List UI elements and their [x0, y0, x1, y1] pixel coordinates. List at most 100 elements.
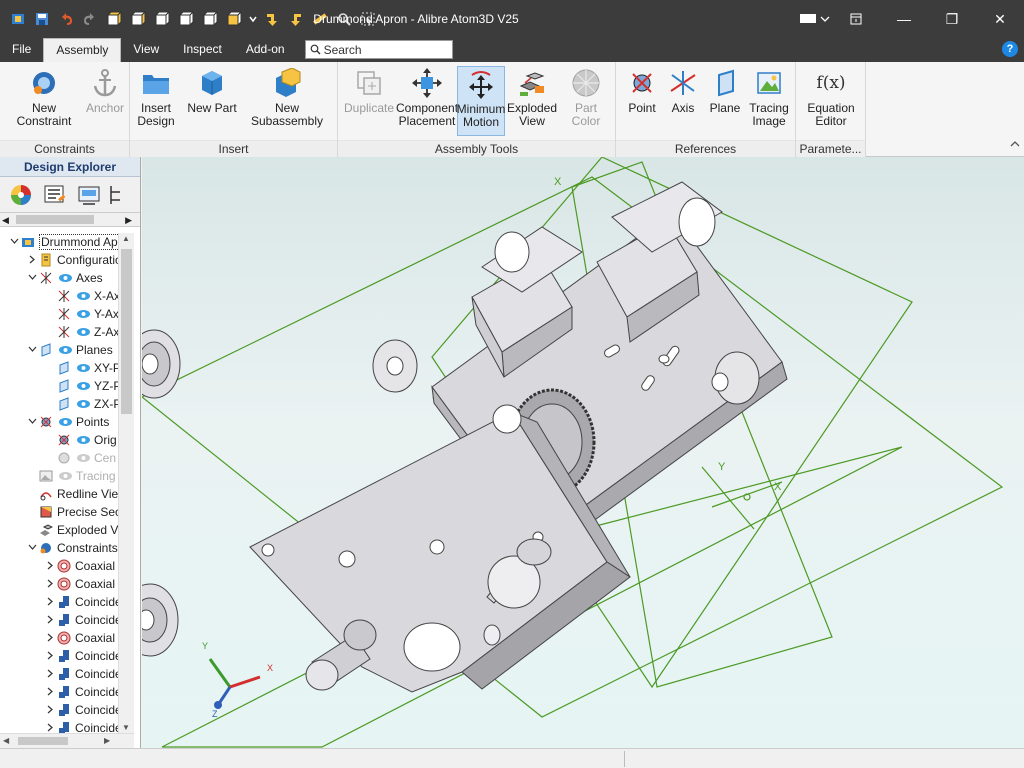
tree-item[interactable]: Coincide [44, 719, 118, 733]
assembly-model[interactable]: X Y X Y [142, 157, 1024, 748]
search-input[interactable]: Search [304, 40, 453, 59]
tree-horizontal-scrollbar[interactable]: ◀ ▶ [0, 733, 134, 748]
tree-view-icon[interactable] [108, 180, 122, 210]
tree-item[interactable]: Constraints [26, 539, 118, 557]
visibility-eye-icon[interactable] [75, 307, 91, 321]
expand-toggle-icon[interactable] [26, 417, 38, 427]
tree-item[interactable]: Coincide [44, 701, 118, 719]
visibility-eye-icon[interactable] [57, 415, 73, 429]
theme-selector[interactable] [800, 14, 830, 23]
tree-item[interactable]: Orig [44, 431, 117, 449]
scroll-right-icon[interactable]: ▶ [104, 736, 110, 745]
equation-editor-button[interactable]: f(x) Equation Editor [802, 66, 860, 136]
tree-item[interactable]: Redline View [26, 485, 118, 503]
scrollbar-thumb[interactable] [18, 737, 68, 745]
scroll-left-icon[interactable]: ◀ [2, 215, 9, 226]
ribbon-display-options-button[interactable] [832, 0, 880, 38]
tree-item[interactable]: Configuratio [26, 251, 118, 269]
visibility-eye-icon[interactable] [75, 361, 91, 375]
tab-file[interactable]: File [0, 38, 43, 62]
view-back-icon[interactable] [126, 7, 150, 31]
pulley-bottom-left[interactable] [142, 583, 179, 657]
collapse-ribbon-icon[interactable] [1010, 140, 1020, 151]
new-part-button[interactable]: New Part [186, 66, 238, 136]
help-icon[interactable]: ? [1002, 41, 1018, 57]
minimize-button[interactable]: — [880, 0, 928, 38]
tree-item[interactable]: Coaxial [44, 557, 115, 575]
color-wheel-icon[interactable] [6, 180, 36, 210]
pulley-top-left[interactable] [142, 329, 181, 399]
properties-list-icon[interactable] [40, 180, 70, 210]
tree-item[interactable]: ZX-P [44, 395, 118, 413]
visibility-eye-icon[interactable] [57, 271, 73, 285]
collapse-toggle-icon[interactable] [44, 705, 56, 716]
collapse-toggle-icon[interactable] [44, 579, 56, 590]
point-button[interactable]: Point [622, 66, 662, 136]
collapse-toggle-icon[interactable] [44, 615, 56, 626]
tree-item[interactable]: Y-Ax [44, 305, 118, 323]
collapse-toggle-icon[interactable] [26, 255, 38, 266]
tracing-image-button[interactable]: Tracing Image [746, 66, 792, 136]
display-panel-icon[interactable] [74, 180, 104, 210]
visibility-eye-icon[interactable] [75, 379, 91, 393]
visibility-eye-icon[interactable] [75, 433, 91, 447]
visibility-eye-icon[interactable] [75, 325, 91, 339]
tree-vertical-scrollbar[interactable]: ▲ ▼ [118, 233, 134, 733]
tree-item[interactable]: Z-Ax [44, 323, 118, 341]
expand-toggle-icon[interactable] [26, 273, 38, 283]
new-subassembly-button[interactable]: New Subassembly [240, 66, 334, 136]
scrollbar-thumb[interactable] [16, 215, 94, 224]
visibility-eye-icon[interactable] [75, 451, 91, 465]
minimum-motion-button[interactable]: Minimum Motion [457, 66, 505, 136]
tree-item[interactable]: Coincide [44, 593, 118, 611]
expand-toggle-icon[interactable] [26, 345, 38, 355]
collapse-toggle-icon[interactable] [44, 597, 56, 608]
anchor-button[interactable]: Anchor [84, 66, 126, 136]
tree-item[interactable]: X-Ax [44, 287, 118, 305]
tree-item[interactable]: Tracing [26, 467, 116, 485]
view-top-icon[interactable] [198, 7, 222, 31]
axis-button[interactable]: Axis [664, 66, 702, 136]
view-front-icon[interactable] [102, 7, 126, 31]
scroll-right-icon[interactable]: ▶ [125, 215, 132, 226]
plane-button[interactable]: Plane [706, 66, 744, 136]
tree-item[interactable]: Drummond Apro [8, 233, 118, 251]
collapse-toggle-icon[interactable] [44, 687, 56, 698]
undo-icon[interactable] [54, 7, 78, 31]
collapse-toggle-icon[interactable] [44, 651, 56, 662]
visibility-eye-icon[interactable] [57, 469, 73, 483]
close-button[interactable]: ✕ [976, 0, 1024, 38]
tree-item[interactable]: Precise Sec [26, 503, 118, 521]
tree-item[interactable]: Coincide [44, 683, 118, 701]
visibility-eye-icon[interactable] [57, 343, 73, 357]
tree-item[interactable]: Planes [26, 341, 113, 359]
tree-item[interactable]: Points [26, 413, 109, 431]
tree-item[interactable]: Coaxial [44, 575, 115, 593]
tab-view[interactable]: View [121, 38, 171, 62]
view-left-icon[interactable] [150, 7, 174, 31]
restore-button[interactable]: ❐ [928, 0, 976, 38]
expand-toggle-icon[interactable] [8, 237, 20, 247]
tree-item[interactable]: Coincide [44, 647, 118, 665]
collapse-toggle-icon[interactable] [44, 633, 56, 644]
3d-viewport[interactable]: X Y X Y [142, 157, 1024, 748]
scrollbar-thumb[interactable] [121, 249, 132, 414]
tab-assembly[interactable]: Assembly [43, 38, 122, 62]
part-color-button[interactable]: Part Color [560, 66, 612, 136]
component-placement-button[interactable]: Component Placement [396, 66, 458, 136]
expand-toggle-icon[interactable] [26, 543, 38, 553]
explorer-toolbar-scrollbar[interactable]: ◀ ▶ [0, 213, 140, 227]
exploded-view-button[interactable]: Exploded View [506, 66, 558, 136]
redo-icon[interactable] [78, 7, 102, 31]
scroll-down-icon[interactable]: ▼ [122, 723, 130, 732]
collapse-toggle-icon[interactable] [44, 723, 56, 734]
tree-item[interactable]: Coincide [44, 611, 118, 629]
tree-item[interactable]: Coaxial [44, 629, 115, 647]
tab-add-on[interactable]: Add-on [234, 38, 297, 62]
scroll-up-icon[interactable]: ▲ [122, 234, 130, 243]
collapse-toggle-icon[interactable] [44, 561, 56, 572]
tree-item[interactable]: Coincide [44, 665, 118, 683]
tree-item[interactable]: XY-P [44, 359, 118, 377]
collapse-toggle-icon[interactable] [44, 669, 56, 680]
visibility-eye-icon[interactable] [75, 397, 91, 411]
